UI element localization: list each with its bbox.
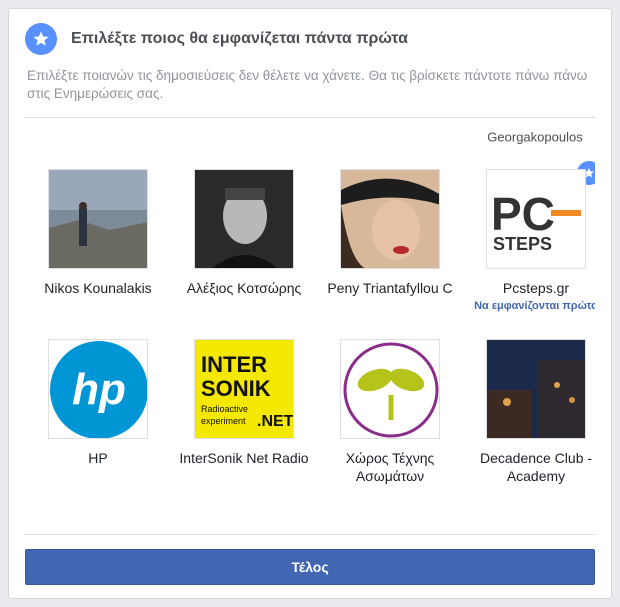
person-name: Pcsteps.gr — [502, 280, 570, 296]
footer-divider — [25, 534, 595, 535]
person-tile[interactable]: Decadence Club - Academy — [463, 339, 595, 499]
cut-off-name: Georgakopoulos — [487, 129, 583, 145]
dialog-title: Επιλέξτε ποιος θα εμφανίζεται πάντα πρώτ… — [71, 30, 408, 47]
pinned-note: Να εμφανίζονται πρώτα — [474, 300, 595, 312]
svg-text:Radioactive: Radioactive — [201, 404, 248, 414]
intersonik-logo: INTER SONIK Radioactive experiment .NET — [194, 339, 294, 439]
pcsteps-logo: PC STEPS — [486, 169, 586, 269]
done-button[interactable]: Τέλος — [25, 549, 595, 585]
sprout-logo — [340, 339, 440, 439]
dialog-header: Επιλέξτε ποιος θα εμφανίζεται πάντα πρώτ… — [25, 19, 595, 59]
person-name: Decadence Club - Academy — [479, 450, 593, 484]
person-tile[interactable]: INTER SONIK Radioactive experiment .NET … — [171, 339, 317, 499]
person-name: Nikos Kounalakis — [44, 280, 152, 296]
star-icon — [25, 23, 57, 55]
svg-text:PC: PC — [491, 188, 555, 240]
svg-text:SONIK: SONIK — [201, 376, 271, 401]
person-name: InterSonik Net Radio — [179, 450, 309, 466]
photo-building-night — [486, 339, 586, 439]
person-tile[interactable]: hp HP — [25, 339, 171, 499]
person-tile[interactable]: Χώρος Τέχνης Ασωμάτων — [317, 339, 463, 499]
svg-text:INTER: INTER — [201, 352, 267, 377]
person-name: Αλέξιος Κοτσώρης — [186, 280, 302, 296]
people-list[interactable]: Georgakopoulos Nikos Kounalakis Αλέξιος … — [25, 119, 595, 533]
person-name: Χώρος Τέχνης Ασωμάτων — [345, 450, 435, 484]
header-divider — [25, 117, 595, 118]
photo-woman-hat — [340, 169, 440, 269]
svg-text:STEPS: STEPS — [493, 234, 552, 254]
dialog-subtitle: Επιλέξτε ποιανών τις δημοσιεύσεις δεν θέ… — [27, 68, 588, 101]
svg-text:experiment: experiment — [201, 416, 246, 426]
person-tile[interactable]: Αλέξιος Κοτσώρης — [171, 169, 317, 329]
person-tile[interactable]: Nikos Kounalakis — [25, 169, 171, 329]
photo-person-seaside — [48, 169, 148, 269]
photo-man-portrait — [194, 169, 294, 269]
person-name: Peny Triantafyllou C — [327, 280, 453, 296]
person-tile[interactable]: Peny Triantafyllou C — [317, 169, 463, 329]
hp-logo: hp — [48, 339, 148, 439]
person-tile[interactable]: PC STEPS Pcsteps.gr Να εμφανίζονται πρώτ… — [463, 159, 595, 329]
person-name: HP — [88, 450, 108, 466]
svg-text:hp: hp — [72, 365, 126, 414]
see-first-dialog: Επιλέξτε ποιος θα εμφανίζεται πάντα πρώτ… — [8, 8, 612, 599]
svg-text:.NET: .NET — [257, 413, 294, 430]
